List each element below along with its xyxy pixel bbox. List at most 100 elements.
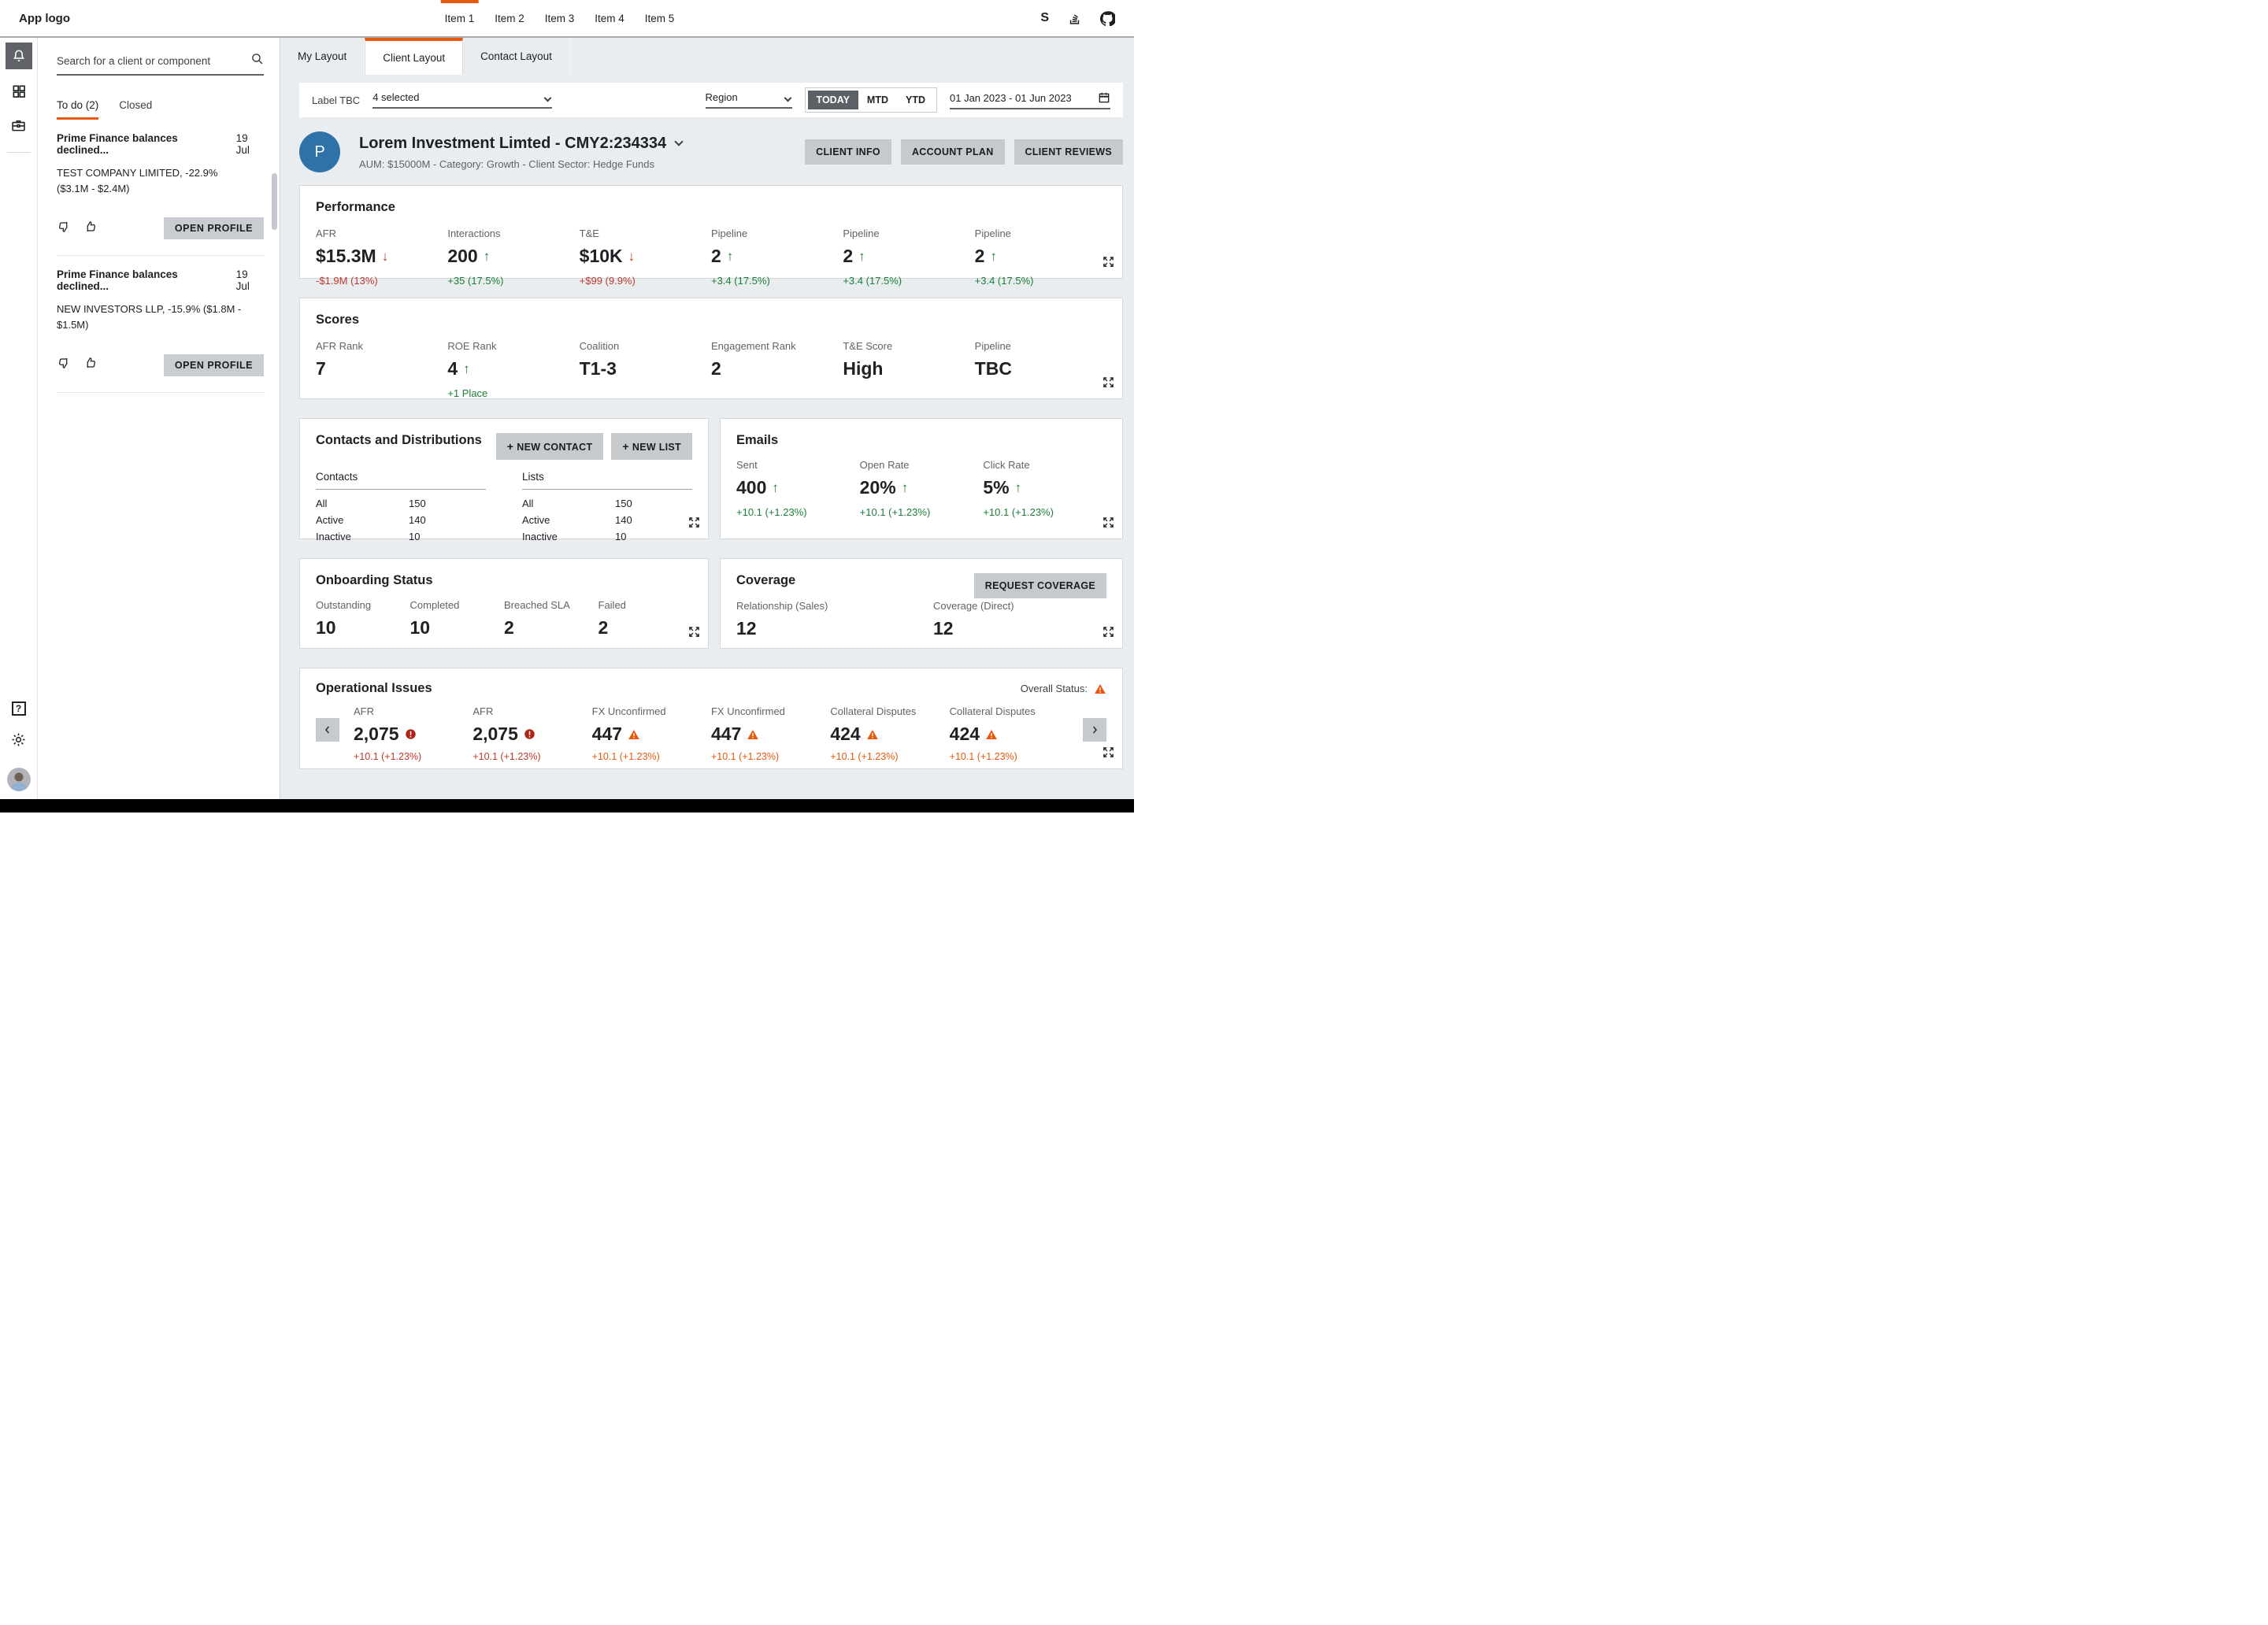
nav-item-1[interactable]: Item 1 bbox=[435, 0, 485, 36]
search-input[interactable] bbox=[57, 55, 250, 67]
filter-bar: Label TBC 4 selected Region TODAY MTD YT… bbox=[299, 83, 1123, 117]
notification-body: NEW INVESTORS LLP, -15.9% ($1.8M - $1.5M… bbox=[57, 302, 247, 333]
metric-coverage-direct: Coverage (Direct) 12 bbox=[933, 600, 1106, 639]
s-brand-icon[interactable]: S bbox=[1040, 11, 1049, 25]
top-nav: App logo Item 1 Item 2 Item 3 Item 4 Ite… bbox=[0, 0, 1134, 38]
search-icon[interactable] bbox=[250, 52, 264, 69]
seg-mtd[interactable]: MTD bbox=[858, 91, 897, 109]
metric-pipeline: Pipeline 2↑ +3.4 (17.5%) bbox=[975, 228, 1106, 287]
thumbs-down-icon[interactable] bbox=[57, 220, 71, 238]
calendar-icon bbox=[1098, 91, 1110, 104]
client-reviews-button[interactable]: CLIENT REVIEWS bbox=[1014, 139, 1123, 165]
nav-item-4[interactable]: Item 4 bbox=[584, 0, 635, 36]
card-title: Onboarding Status bbox=[316, 573, 692, 588]
expand-icon[interactable] bbox=[1102, 746, 1114, 762]
multiselect-dropdown[interactable]: 4 selected bbox=[372, 91, 552, 109]
rail-divider bbox=[7, 152, 31, 153]
lists-column: Lists All150 Active140 Inactive10 bbox=[522, 471, 692, 545]
stackoverflow-icon[interactable] bbox=[1068, 12, 1081, 25]
tab-closed[interactable]: Closed bbox=[119, 99, 152, 120]
app-root: App logo Item 1 Item 2 Item 3 Item 4 Ite… bbox=[0, 0, 1134, 812]
ops-metric-collateral-disputes: Collateral Disputes 424 +10.1 (+1.23%) bbox=[830, 705, 949, 762]
thumbs-up-icon[interactable] bbox=[83, 220, 98, 238]
scores-card: Scores AFR Rank 7 ROE Rank 4↑ +1 Place C bbox=[299, 298, 1123, 399]
seg-ytd[interactable]: YTD bbox=[897, 91, 934, 109]
performance-card: Performance AFR $15.3M↓ -$1.9M (13%) Int… bbox=[299, 185, 1123, 279]
carousel-next-button[interactable] bbox=[1083, 718, 1106, 742]
ops-metric-collateral-disputes: Collateral Disputes 424 +10.1 (+1.23%) bbox=[950, 705, 1069, 762]
metric-sent: Sent 400↑ +10.1 (+1.23%) bbox=[736, 459, 860, 518]
tab-todo[interactable]: To do (2) bbox=[57, 99, 98, 120]
request-coverage-button[interactable]: REQUEST COVERAGE bbox=[974, 573, 1106, 598]
briefcase-icon[interactable] bbox=[10, 117, 27, 138]
error-icon bbox=[524, 728, 536, 740]
top-nav-items: Item 1 Item 2 Item 3 Item 4 Item 5 bbox=[435, 0, 685, 36]
ops-metric-fx-unconfirmed: FX Unconfirmed 447 +10.1 (+1.23%) bbox=[592, 705, 711, 762]
open-profile-button[interactable]: OPEN PROFILE bbox=[164, 217, 264, 239]
new-list-button[interactable]: +NEW LIST bbox=[611, 433, 692, 460]
user-avatar[interactable] bbox=[7, 768, 31, 791]
metric-coalition: Coalition T1-3 bbox=[580, 340, 711, 399]
table-row: All150 bbox=[522, 495, 692, 512]
metric-failed: Failed 2 bbox=[598, 599, 693, 639]
help-icon[interactable]: ? bbox=[12, 701, 26, 716]
date-range-picker[interactable]: 01 Jan 2023 - 01 Jun 2023 bbox=[950, 91, 1110, 109]
settings-gear-icon[interactable] bbox=[10, 731, 27, 752]
github-icon[interactable] bbox=[1100, 11, 1115, 26]
overall-status-label: Overall Status: bbox=[1021, 683, 1088, 694]
table-row: Inactive10 bbox=[522, 528, 692, 545]
open-profile-button[interactable]: OPEN PROFILE bbox=[164, 354, 264, 376]
expand-icon[interactable] bbox=[1102, 376, 1114, 392]
client-info-button[interactable]: CLIENT INFO bbox=[805, 139, 891, 165]
thumbs-down-icon[interactable] bbox=[57, 356, 71, 374]
grid-apps-icon[interactable] bbox=[11, 83, 27, 103]
region-dropdown[interactable]: Region bbox=[706, 91, 792, 109]
emails-card: Emails Sent 400↑ +10.1 (+1.23%) Open Rat… bbox=[720, 418, 1123, 539]
metric-completed: Completed 10 bbox=[410, 599, 505, 639]
metric-interactions: Interactions 200↑ +35 (17.5%) bbox=[447, 228, 579, 287]
icon-rail: ? bbox=[0, 38, 38, 799]
error-icon bbox=[405, 728, 417, 740]
tab-my-layout[interactable]: My Layout bbox=[280, 38, 365, 75]
nav-item-3[interactable]: Item 3 bbox=[535, 0, 585, 36]
expand-icon[interactable] bbox=[1102, 256, 1114, 272]
table-row: Inactive10 bbox=[316, 528, 486, 545]
seg-today[interactable]: TODAY bbox=[808, 91, 858, 109]
new-contact-button[interactable]: +NEW CONTACT bbox=[496, 433, 604, 460]
carousel-prev-button[interactable] bbox=[316, 718, 339, 742]
metric-te-score: T&E Score High bbox=[843, 340, 974, 399]
sidebar: To do (2) Closed Prime Finance balances … bbox=[38, 38, 280, 799]
notifications-bell-icon[interactable] bbox=[6, 43, 32, 69]
bottom-bar bbox=[0, 799, 1134, 812]
top-nav-right: S bbox=[1040, 11, 1115, 26]
nav-item-2[interactable]: Item 2 bbox=[484, 0, 535, 36]
card-title: Operational Issues bbox=[316, 681, 432, 696]
arrow-up-icon: ↑ bbox=[858, 249, 865, 265]
account-plan-button[interactable]: ACCOUNT PLAN bbox=[901, 139, 1005, 165]
tab-client-layout[interactable]: Client Layout bbox=[365, 38, 463, 75]
card-title: Performance bbox=[316, 200, 1106, 215]
thumbs-up-icon[interactable] bbox=[83, 356, 98, 374]
expand-icon[interactable] bbox=[688, 626, 700, 642]
metric-pipeline-score: Pipeline TBC bbox=[975, 340, 1106, 399]
app-logo: App logo bbox=[19, 12, 70, 25]
client-chevron-down-icon[interactable] bbox=[674, 137, 683, 146]
table-row: Active140 bbox=[316, 512, 486, 528]
expand-icon[interactable] bbox=[1102, 516, 1114, 532]
card-title: Emails bbox=[736, 433, 1106, 448]
sidebar-scrollbar[interactable] bbox=[272, 173, 277, 230]
nav-item-5[interactable]: Item 5 bbox=[635, 0, 685, 36]
plus-icon: + bbox=[507, 440, 513, 453]
tab-contact-layout[interactable]: Contact Layout bbox=[463, 38, 570, 75]
card-title: Contacts and Distributions bbox=[316, 433, 482, 448]
warning-icon bbox=[1094, 683, 1106, 695]
expand-icon[interactable] bbox=[688, 516, 700, 532]
warning-icon bbox=[866, 728, 879, 741]
metric-breached-sla: Breached SLA 2 bbox=[504, 599, 598, 639]
notification-date: 19 Jul bbox=[230, 132, 264, 156]
expand-icon[interactable] bbox=[1102, 626, 1114, 642]
warning-icon bbox=[985, 728, 998, 741]
notification-body: TEST COMPANY LIMITED, -22.9% ($3.1M - $2… bbox=[57, 165, 247, 197]
metric-roe-rank: ROE Rank 4↑ +1 Place bbox=[447, 340, 579, 399]
warning-icon bbox=[628, 728, 640, 741]
